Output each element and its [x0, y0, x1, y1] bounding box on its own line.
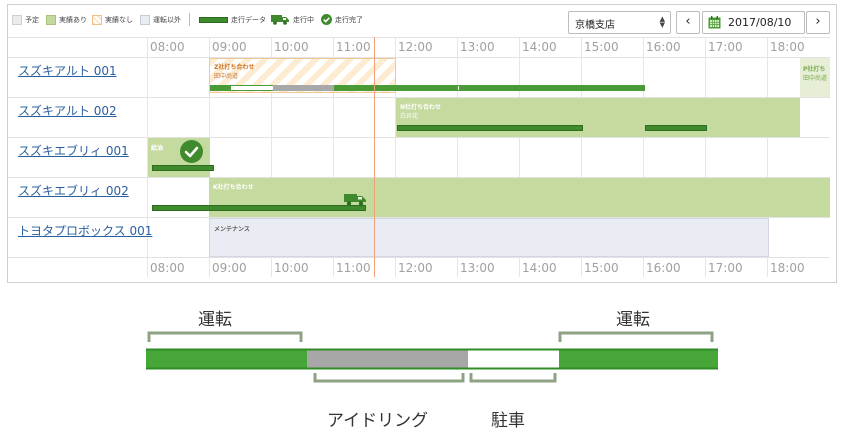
diagram-graphic — [146, 331, 718, 383]
